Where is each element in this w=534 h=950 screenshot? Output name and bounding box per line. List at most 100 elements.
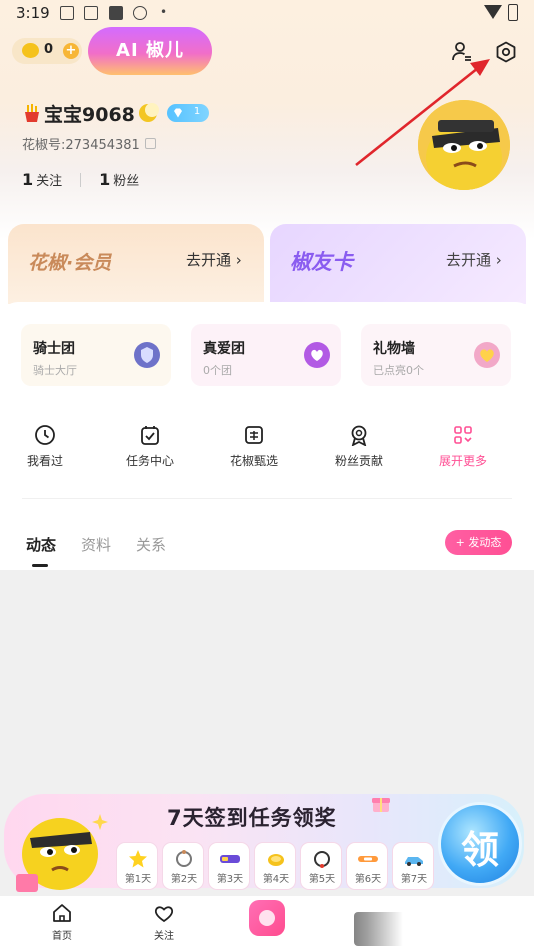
avatar[interactable] xyxy=(418,100,510,190)
checkin-day-2[interactable]: 第2天 xyxy=(162,842,204,890)
day-label: 第1天 xyxy=(124,874,152,885)
checkin-day-6[interactable]: 第6天 xyxy=(346,842,388,890)
history-tool[interactable]: 我看过 xyxy=(0,424,90,474)
avatar-mascot-image xyxy=(418,100,510,190)
fan-card-subtitle: 0个团 xyxy=(203,364,232,377)
status-bar: 3:19 • xyxy=(0,0,534,28)
nav-label: 关注 xyxy=(154,931,174,942)
day-label: 第3天 xyxy=(216,874,244,885)
medal-icon xyxy=(351,425,367,446)
car-icon xyxy=(405,857,423,866)
stats-divider xyxy=(80,172,82,187)
tool-label: 粉丝贡献 xyxy=(334,454,383,468)
lotus-heart-icon xyxy=(304,342,330,368)
wifi-icon xyxy=(484,5,502,19)
day-label: 第5天 xyxy=(308,874,336,885)
settings-icon[interactable] xyxy=(494,40,518,64)
gift-wall-card[interactable]: 礼物墙 已点亮0个 xyxy=(361,324,511,386)
notification-sync-icon xyxy=(133,6,147,20)
fan-card-subtitle: 骑士大厅 xyxy=(33,364,77,377)
follow-stats: 1 关注 1 粉丝 xyxy=(22,170,139,189)
knight-shield-icon xyxy=(134,342,160,368)
tool-label: 展开更多 xyxy=(438,454,487,468)
checkin-day-1[interactable]: 第1天 xyxy=(116,842,158,890)
notification-app-icon xyxy=(109,6,123,20)
nav-home[interactable]: 首页 xyxy=(32,902,92,942)
tool-label: 我看过 xyxy=(26,454,63,468)
mascot-icon xyxy=(16,814,108,892)
claim-label: 领 xyxy=(460,828,499,872)
fan-card-title: 礼物墙 xyxy=(373,341,415,357)
checkin-banner[interactable]: 7天签到任务领奖 第1天 第2天 第3天 第4天 第5天 第6天 第7天 领 xyxy=(0,786,534,896)
day-label: 第4天 xyxy=(262,874,290,885)
fans-label[interactable]: 粉丝 xyxy=(113,170,139,189)
coin-balance[interactable]: 0 + xyxy=(12,38,82,64)
bracelet-icon xyxy=(176,850,192,867)
checkin-title: 7天签到任务领奖 xyxy=(167,806,337,830)
following-label[interactable]: 关注 xyxy=(36,170,62,189)
task-icon xyxy=(141,426,159,445)
notification-image-icon xyxy=(60,6,74,20)
fans-count[interactable]: 1 xyxy=(99,170,110,189)
checkin-day-3[interactable]: 第3天 xyxy=(208,842,250,890)
star-gift-icon xyxy=(129,850,147,868)
day-label: 第2天 xyxy=(170,874,198,885)
status-time: 3:19 xyxy=(16,4,50,22)
notification-image-icon xyxy=(84,6,98,20)
username: 宝宝9068 xyxy=(44,103,135,126)
notification-dot-icon: • xyxy=(160,5,168,19)
nav-go-live-button[interactable] xyxy=(249,900,285,936)
shop-icon xyxy=(245,426,263,444)
checkin-day-4[interactable]: 第4天 xyxy=(254,842,296,890)
following-count[interactable]: 1 xyxy=(22,170,33,189)
level-number: 1 xyxy=(193,106,201,117)
user-id-row: 花椒号:273454381 xyxy=(22,134,156,153)
tab-relations[interactable]: 关系 xyxy=(136,534,166,555)
day-label: 第6天 xyxy=(354,874,382,885)
nav-following[interactable]: 关注 xyxy=(134,902,194,942)
friend-card[interactable]: 椒友卡 去开通 › xyxy=(270,224,526,304)
coin-recharge-icon[interactable]: + xyxy=(63,43,79,59)
claim-reward-button[interactable]: 领 xyxy=(438,802,522,886)
checkin-day-5[interactable]: 第5天 xyxy=(300,842,342,890)
fan-contribution-tool[interactable]: 粉丝贡献 xyxy=(314,424,404,474)
fan-card-title: 骑士团 xyxy=(33,341,75,357)
active-tab-indicator xyxy=(32,564,48,567)
tab-feed[interactable]: 动态 xyxy=(26,534,56,555)
tool-label: 花椒甄选 xyxy=(229,454,278,468)
fan-card-title: 真爱团 xyxy=(203,341,245,357)
grid-icon xyxy=(454,426,472,444)
coin-icon xyxy=(22,43,39,58)
friend-card-open-link[interactable]: 去开通 › xyxy=(446,249,502,270)
section-divider xyxy=(22,498,512,499)
copy-icon[interactable] xyxy=(144,138,156,149)
coin-count: 0 xyxy=(44,42,54,57)
true-love-group-card[interactable]: 真爱团 0个团 xyxy=(191,324,341,386)
post-update-button[interactable]: + 发动态 xyxy=(445,530,512,555)
checkin-day-7[interactable]: 第7天 xyxy=(392,842,434,890)
fries-icon xyxy=(25,104,39,122)
vip-membership-card[interactable]: 花椒·会员 去开通 › xyxy=(8,224,264,304)
title-badge-icon xyxy=(220,855,240,863)
account-switch-icon[interactable] xyxy=(450,40,474,64)
knights-group-card[interactable]: 骑士团 骑士大厅 xyxy=(21,324,171,386)
necklace-icon xyxy=(314,851,330,868)
home-icon xyxy=(53,904,71,922)
day-label: 第7天 xyxy=(400,874,428,885)
fan-card-subtitle: 已点亮0个 xyxy=(373,364,424,377)
heart-icon xyxy=(154,906,174,923)
vip-open-link[interactable]: 去开通 › xyxy=(186,249,242,270)
nameplate-icon xyxy=(358,856,378,862)
username-row: 宝宝9068 1 xyxy=(22,100,209,126)
moon-badge-icon xyxy=(138,103,159,122)
selected-shop-tool[interactable]: 花椒甄选 xyxy=(209,424,299,474)
expand-more-tool[interactable]: 展开更多 xyxy=(418,424,508,474)
friend-card-title: 椒友卡 xyxy=(290,250,353,274)
coin-icon xyxy=(268,854,284,866)
user-id: 花椒号:273454381 xyxy=(22,138,140,153)
task-center-tool[interactable]: 任务中心 xyxy=(105,424,195,474)
clock-icon xyxy=(35,425,55,445)
ai-assistant-button[interactable]: AI 椒儿 xyxy=(88,27,212,75)
tab-profile-info[interactable]: 资料 xyxy=(81,534,111,555)
nav-message-item-obscured[interactable] xyxy=(354,912,424,946)
